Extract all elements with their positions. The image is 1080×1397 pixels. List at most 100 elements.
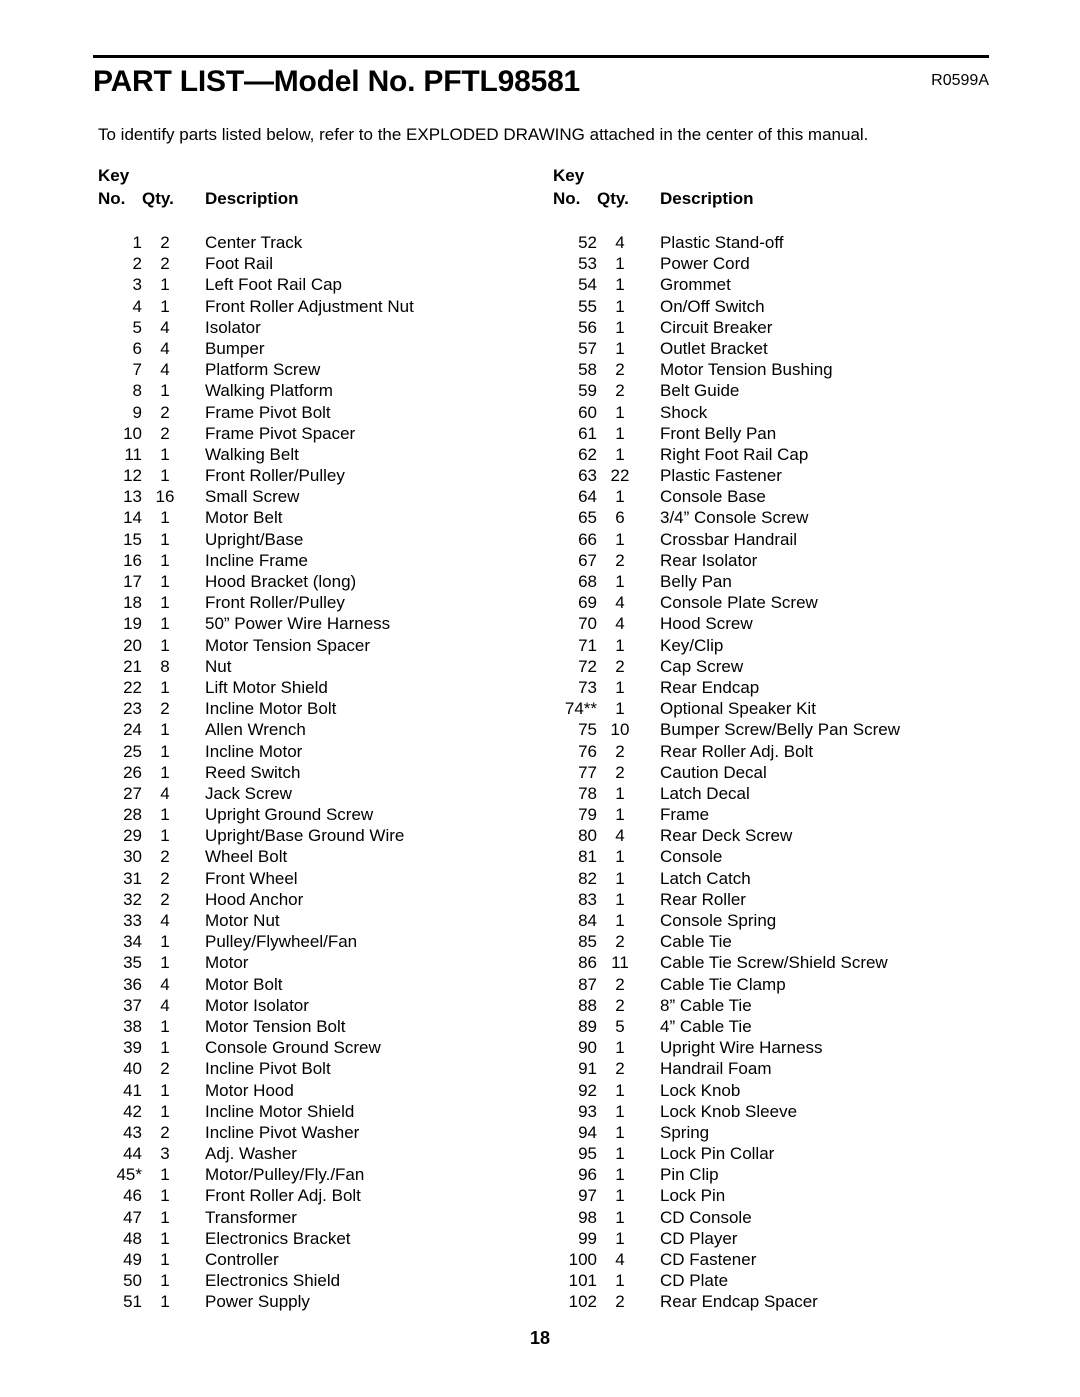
part-quantity: 1 <box>160 1165 170 1185</box>
part-key-number: 51 <box>123 1292 142 1312</box>
table-row: 92 1 Lock Knob <box>553 1080 993 1101</box>
part-key-number: 22 <box>123 677 142 697</box>
part-key-number: 47 <box>123 1207 142 1227</box>
table-row: 28 1 Upright Ground Screw <box>98 804 538 825</box>
part-quantity: 2 <box>160 889 170 909</box>
part-key-number: 98 <box>578 1207 597 1227</box>
table-row: 71 1 Key/Clip <box>553 635 993 656</box>
part-quantity: 2 <box>615 550 625 570</box>
table-row: 56 1 Circuit Breaker <box>553 317 993 338</box>
part-description: Upright/Base Ground Wire <box>205 826 405 846</box>
part-quantity: 2 <box>160 254 170 274</box>
part-description: Small Screw <box>205 487 300 507</box>
part-quantity: 1 <box>615 847 625 867</box>
part-description: Cap Screw <box>660 656 744 676</box>
part-description: Plastic Stand-off <box>660 233 784 252</box>
table-row: 75 10 Bumper Screw/Belly Pan Screw <box>553 719 993 740</box>
part-key-number: 101 <box>568 1271 597 1291</box>
table-row: 21 8 Nut <box>98 656 538 677</box>
part-quantity: 2 <box>160 868 170 888</box>
part-description: Lock Pin Collar <box>660 1144 775 1164</box>
table-row: 85 2 Cable Tie <box>553 931 993 952</box>
part-quantity: 1 <box>615 635 625 655</box>
part-description: Lock Knob Sleeve <box>660 1101 798 1121</box>
part-key-number: 79 <box>578 805 597 825</box>
part-description: CD Fastener <box>660 1250 757 1269</box>
part-description: Controller <box>205 1250 279 1269</box>
column-header-qty-label: Qty. <box>597 189 629 208</box>
part-quantity: 1 <box>160 932 170 952</box>
part-quantity: 4 <box>615 614 625 634</box>
part-quantity: 2 <box>160 847 170 867</box>
part-description: Adj. Washer <box>205 1144 297 1164</box>
part-quantity: 4 <box>615 233 625 252</box>
part-key-number: 23 <box>123 699 142 719</box>
part-quantity: 2 <box>615 1059 625 1079</box>
part-quantity: 2 <box>615 762 625 782</box>
part-description: Handrail Foam <box>660 1059 772 1079</box>
part-key-number: 70 <box>578 614 597 634</box>
part-description: Platform Screw <box>205 360 321 380</box>
part-key-number: 3 <box>132 275 142 295</box>
part-key-number: 102 <box>568 1292 597 1312</box>
table-row: 51 1 Power Supply <box>98 1291 538 1312</box>
part-description: Motor Belt <box>205 508 283 528</box>
parts-table-right-column: 52 4 Plastic Stand-off 53 1 Power Cord 54 1 Grom… <box>553 232 993 1313</box>
part-description: Crossbar Handrail <box>660 529 797 549</box>
part-key-number: 65 <box>578 508 597 528</box>
part-description: Hood Bracket (long) <box>205 572 357 591</box>
table-row: 4 1 Front Roller Adjustment Nut <box>98 296 538 317</box>
parts-table-left-column: 1 2 Center Track 2 2 Foot Rail 3 1 Left Foot Rai… <box>98 232 538 1313</box>
part-quantity: 1 <box>160 953 170 973</box>
part-description: Upright Wire Harness <box>660 1038 823 1058</box>
part-description: Walking Platform <box>205 381 333 401</box>
part-quantity: 1 <box>615 529 625 549</box>
table-row: 59 2 Belt Guide <box>553 380 993 401</box>
table-row: 2 2 Foot Rail <box>98 253 538 274</box>
part-key-number: 46 <box>123 1186 142 1206</box>
part-description: Front Belly Pan <box>660 423 777 443</box>
column-header-desc-label: Description <box>205 189 299 208</box>
part-key-number: 61 <box>578 423 597 443</box>
part-key-number: 39 <box>123 1038 142 1058</box>
part-description: Plastic Fastener <box>660 466 782 486</box>
part-quantity: 1 <box>160 720 170 740</box>
part-key-number: 19 <box>123 614 142 634</box>
table-row: 39 1 Console Ground Screw <box>98 1037 538 1058</box>
part-description: On/Off Switch <box>660 296 765 316</box>
part-description: Frame Pivot Spacer <box>205 423 356 443</box>
part-key-number: 43 <box>123 1122 142 1142</box>
part-quantity: 2 <box>160 233 170 252</box>
part-key-number: 90 <box>578 1038 597 1058</box>
part-quantity: 1 <box>615 1207 625 1227</box>
part-quantity: 1 <box>615 677 625 697</box>
part-description: Belly Pan <box>660 572 732 591</box>
column-header-desc-label: Description <box>660 189 754 208</box>
part-key-number: 34 <box>123 932 142 952</box>
page-title: PART LIST—Model No. PFTL98581 <box>93 65 581 98</box>
part-key-number: 2 <box>132 254 142 274</box>
part-quantity: 1 <box>160 1228 170 1248</box>
part-key-number: 53 <box>578 254 597 274</box>
part-quantity: 1 <box>160 826 170 846</box>
part-description: Rear Endcap <box>660 677 760 697</box>
part-description: Latch Catch <box>660 868 751 888</box>
part-description: Motor <box>205 953 249 973</box>
part-key-number: 89 <box>578 1016 597 1036</box>
part-key-number: 77 <box>578 762 597 782</box>
table-row: 55 1 On/Off Switch <box>553 296 993 317</box>
part-description: Front Roller Adj. Bolt <box>205 1186 361 1206</box>
part-description: Cable Tie Clamp <box>660 974 786 994</box>
part-quantity: 1 <box>160 635 170 655</box>
part-description: Wheel Bolt <box>205 847 288 867</box>
part-description: Allen Wrench <box>205 720 306 740</box>
part-quantity: 2 <box>615 360 625 380</box>
part-key-number: 42 <box>123 1101 142 1121</box>
table-row: 23 2 Incline Motor Bolt <box>98 698 538 719</box>
table-row: 58 2 Motor Tension Bushing <box>553 359 993 380</box>
part-quantity: 1 <box>160 572 170 591</box>
table-row: 91 2 Handrail Foam <box>553 1058 993 1079</box>
part-key-number: 60 <box>578 402 597 422</box>
part-description: Incline Pivot Washer <box>205 1122 360 1142</box>
table-row: 48 1 Electronics Bracket <box>98 1228 538 1249</box>
